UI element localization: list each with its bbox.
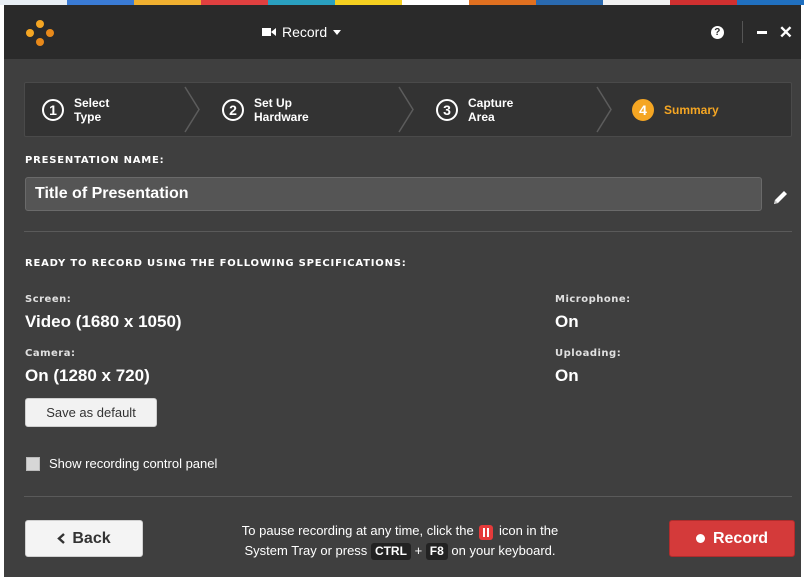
microphone-value: On	[555, 312, 579, 331]
show-control-panel-label: Show recording control panel	[49, 456, 218, 471]
record-button[interactable]: Record	[669, 520, 795, 557]
uploading-label: Uploading:	[555, 348, 622, 359]
record-dot-icon	[695, 534, 705, 543]
step-label-line2: Area	[468, 109, 495, 124]
step-label-line1: Select	[74, 95, 110, 110]
show-control-panel-checkbox[interactable]	[26, 456, 40, 471]
divider	[24, 496, 792, 497]
ctrl-key-badge: CTRL	[370, 543, 411, 560]
wizard-steps: 1 Select Type 2 Set Up Hardware 3 Capture A…	[24, 82, 792, 137]
step-chevron-icon	[398, 86, 414, 133]
help-icon[interactable]: ?	[710, 25, 724, 39]
step-capture-area[interactable]: 3 Capture Area	[436, 83, 528, 136]
titlebar-divider	[741, 21, 743, 43]
step-label-line2: Type	[74, 109, 102, 124]
show-control-panel-option[interactable]: Show recording control panel	[26, 456, 217, 471]
step-number: 2	[222, 98, 244, 121]
step-label-line2: Hardware	[254, 109, 309, 124]
caret-down-icon	[333, 29, 342, 35]
divider	[24, 231, 792, 232]
step-label-line1: Capture	[468, 95, 514, 110]
back-button-label: Back	[72, 529, 111, 547]
microphone-label: Microphone:	[555, 294, 631, 305]
hint-text-2: icon in the	[498, 523, 559, 538]
hint-plus: +	[414, 543, 423, 558]
step-label: Set Up Hardware	[254, 96, 314, 124]
step-label: Select Type	[74, 96, 134, 124]
help-icon-glyph: ?	[714, 26, 721, 38]
record-menu-label: Record	[282, 24, 328, 40]
presentation-name-label: PRESENTATION NAME:	[25, 155, 165, 166]
camera-value: On (1280 x 720)	[25, 366, 150, 385]
step-chevron-icon	[184, 86, 200, 133]
f8-key-badge: F8	[425, 543, 448, 560]
step-number: 4	[632, 98, 654, 121]
specs-heading: READY TO RECORD USING THE FOLLOWING SPEC…	[25, 258, 407, 269]
record-menu[interactable]: Record	[262, 21, 342, 43]
step-number: 1	[42, 98, 64, 121]
presentation-name-field[interactable]: Title of Presentation	[25, 177, 762, 211]
edit-pencil-icon[interactable]	[773, 189, 789, 205]
step-label: Capture Area	[468, 96, 528, 124]
uploading-value: On	[555, 366, 579, 385]
title-bar: Record ? ✕	[4, 5, 801, 59]
hint-text-3: System Tray or press	[244, 543, 368, 558]
close-icon[interactable]: ✕	[779, 24, 793, 41]
window-controls: ? ✕	[710, 19, 793, 45]
step-chevron-icon	[596, 86, 612, 133]
save-as-default-button[interactable]: Save as default	[25, 398, 157, 427]
logo-icon	[26, 20, 54, 46]
minimize-icon[interactable]	[756, 30, 767, 34]
hint-text-1: To pause recording at any time, click th…	[241, 523, 474, 538]
step-set-up-hardware[interactable]: 2 Set Up Hardware	[222, 83, 314, 136]
chevron-left-icon	[57, 533, 66, 544]
step-label-line1: Set Up	[254, 95, 293, 110]
hint-text-4: on your keyboard.	[451, 543, 556, 558]
recorder-window: Record ? ✕ 1 Select Type 2 Set Up Hardware…	[4, 5, 801, 577]
screen-value: Video (1680 x 1050)	[25, 312, 182, 331]
step-label: Summary	[664, 102, 719, 117]
pause-hint: To pause recording at any time, click th…	[200, 521, 600, 561]
presentation-name-value: Title of Presentation	[35, 185, 189, 202]
back-button[interactable]: Back	[25, 520, 143, 557]
pause-icon	[479, 525, 494, 540]
step-summary[interactable]: 4 Summary	[632, 83, 724, 136]
screen-label: Screen:	[25, 294, 72, 305]
step-number: 3	[436, 98, 458, 121]
step-select-type[interactable]: 1 Select Type	[42, 83, 134, 136]
record-button-label: Record	[712, 529, 769, 547]
camera-label: Camera:	[25, 348, 76, 359]
video-camera-icon	[262, 28, 276, 36]
